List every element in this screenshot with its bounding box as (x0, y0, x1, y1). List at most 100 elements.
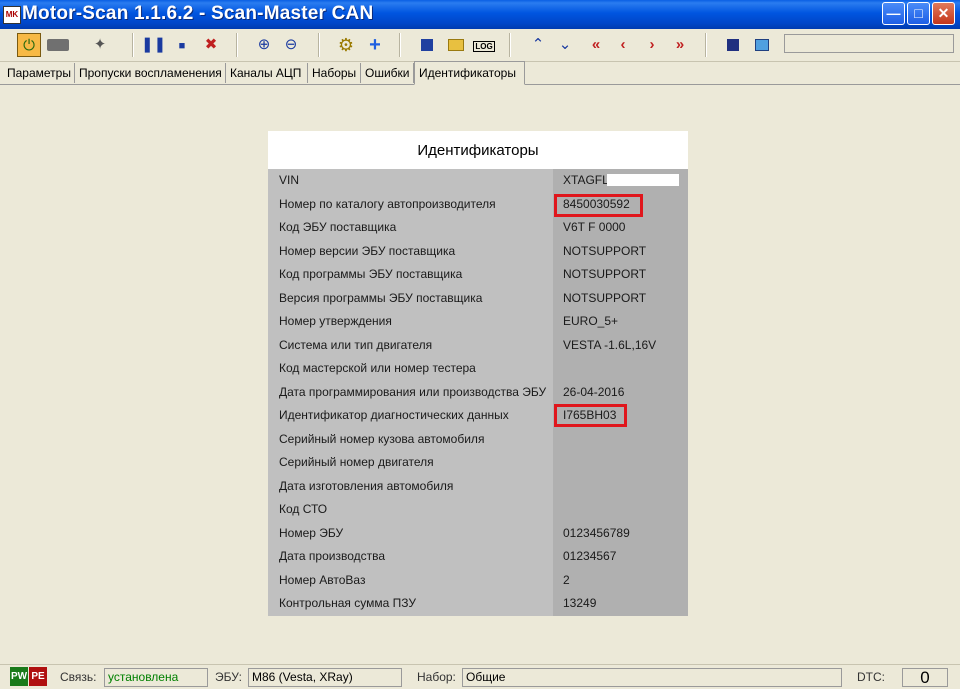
tab-sets[interactable]: Наборы (308, 63, 361, 83)
double-right-icon: » (675, 36, 685, 53)
zoom-out-button[interactable]: ⊖ (279, 33, 303, 57)
identifier-row: Код мастерской или номер тестера (268, 357, 688, 381)
settings-button[interactable]: ⚙ (334, 33, 358, 57)
identifier-row: Система или тип двигателя VESTA -1.6L,16V (268, 333, 688, 357)
identifier-value: 2 (553, 568, 688, 592)
identifier-value (553, 451, 688, 475)
identifier-value: NOTSUPPORT (553, 286, 688, 310)
arrow-down-icon: ⌄ (558, 36, 572, 53)
scroll-up-button[interactable]: ⌃ (526, 33, 550, 57)
identifier-value: 13249 (553, 592, 688, 616)
stop-button[interactable]: ■ (170, 33, 194, 57)
identifier-value: EURO_5+ (553, 310, 688, 334)
set-label: Набор: (417, 670, 456, 684)
next-button[interactable]: › (640, 33, 664, 57)
identifier-value: NOTSUPPORT (553, 239, 688, 263)
ecu-button[interactable] (45, 33, 71, 57)
first-button[interactable]: « (584, 33, 608, 57)
toolbar: ⏻ ✦ ❚❚ ■ ✖ ⊕ ⊖ ⚙ + LOG ⌃ ⌄ « ‹ › » (0, 29, 960, 62)
identifier-label: Номер по каталогу автопроизводителя (268, 192, 553, 216)
window-title: Motor-Scan 1.1.6.2 - Scan-Master CAN (22, 3, 374, 24)
minimize-button[interactable]: — (882, 2, 905, 25)
save-disk-icon (727, 39, 739, 52)
maximize-icon: □ (914, 5, 923, 21)
export-icon (755, 39, 769, 52)
add-button[interactable]: + (363, 33, 387, 57)
tab-misfires[interactable]: Пропуски воспламенения (75, 63, 226, 83)
stop-icon: ■ (178, 40, 186, 52)
identifier-value: NOTSUPPORT (553, 263, 688, 287)
toolbar-separator (132, 33, 134, 57)
identifier-label: Номер АвтоВаз (268, 568, 553, 592)
clear-icon: ✖ (204, 36, 218, 53)
log-icon: LOG (473, 41, 495, 52)
dtc-label: DTC: (857, 670, 885, 684)
save-data-button[interactable] (721, 33, 745, 57)
toolbar-separator (236, 33, 238, 57)
identifier-label: Код ЭБУ поставщика (268, 216, 553, 240)
tab-adc-channels[interactable]: Каналы АЦП (226, 63, 308, 83)
identifier-row: Серийный номер двигателя (268, 451, 688, 475)
identifier-value: 0123456789 (553, 521, 688, 545)
toolbar-text-field[interactable] (784, 34, 954, 53)
open-folder-icon (448, 39, 464, 52)
clear-button[interactable]: ✖ (199, 33, 223, 57)
minimize-icon: — (886, 5, 901, 21)
pause-icon: ❚❚ (141, 36, 167, 53)
scroll-down-button[interactable]: ⌄ (553, 33, 577, 57)
tab-identifiers[interactable]: Идентификаторы (414, 61, 525, 85)
error-indicator: PE (29, 667, 47, 686)
tab-errors[interactable]: Ошибки (361, 63, 414, 83)
identifier-row: Номер версии ЭБУ поставщика NOTSUPPORT (268, 239, 688, 263)
ecu-icon (47, 39, 69, 52)
identifier-row: Номер ЭБУ 0123456789 (268, 521, 688, 545)
toolbar-separator (399, 33, 401, 57)
identifier-row: Номер АвтоВаз 2 (268, 568, 688, 592)
tab-bar: Параметры Пропуски воспламенения Каналы … (0, 61, 960, 85)
identifier-label: Код СТО (268, 498, 553, 522)
open-button[interactable] (444, 33, 468, 57)
panel-title: Идентификаторы (268, 131, 688, 169)
identifier-value: 01234567 (553, 545, 688, 569)
close-button[interactable]: ✕ (932, 2, 955, 25)
settings-gear-icon: ⚙ (337, 35, 355, 55)
power-indicator: PW (10, 667, 28, 686)
tools-button[interactable]: ✦ (88, 33, 112, 57)
connect-button[interactable]: ⏻ (17, 33, 41, 57)
save-icon (421, 39, 433, 52)
identifier-row: Код ЭБУ поставщика V6T F 0000 (268, 216, 688, 240)
identifier-label: Дата программирования или производства Э… (268, 380, 553, 404)
pause-button[interactable]: ❚❚ (141, 33, 167, 57)
save-button[interactable] (415, 33, 439, 57)
zoom-in-button[interactable]: ⊕ (252, 33, 276, 57)
identifier-row: Серийный номер кузова автомобиля (268, 427, 688, 451)
ecu-value: M86 (Vesta, XRay) (248, 668, 402, 687)
link-label: Связь: (60, 670, 97, 684)
redaction-mark (607, 174, 679, 186)
identifier-label: Версия программы ЭБУ поставщика (268, 286, 553, 310)
identifier-value (553, 474, 688, 498)
zoom-in-icon: ⊕ (257, 36, 271, 53)
maximize-button[interactable]: □ (907, 2, 930, 25)
identifier-label: Система или тип двигателя (268, 333, 553, 357)
tab-parameters[interactable]: Параметры (3, 63, 75, 83)
identifier-label: Номер ЭБУ (268, 521, 553, 545)
identifier-row: Код программы ЭБУ поставщика NOTSUPPORT (268, 263, 688, 287)
left-icon: ‹ (620, 36, 626, 53)
title-bar[interactable]: MK Motor-Scan 1.1.6.2 - Scan-Master CAN … (0, 0, 960, 29)
last-button[interactable]: » (668, 33, 692, 57)
identifier-row: Дата изготовления автомобиля (268, 474, 688, 498)
highlight-box (554, 404, 627, 427)
identifier-value (553, 427, 688, 451)
identifier-label: Серийный номер двигателя (268, 451, 553, 475)
double-left-icon: « (591, 36, 601, 53)
identifier-value: 26-04-2016 (553, 380, 688, 404)
identifier-label: Номер утверждения (268, 310, 553, 334)
toolbar-separator (509, 33, 511, 57)
identifier-value: V6T F 0000 (553, 216, 688, 240)
identifier-label: Серийный номер кузова автомобиля (268, 427, 553, 451)
prev-button[interactable]: ‹ (611, 33, 635, 57)
identifier-row: Версия программы ЭБУ поставщика NOTSUPPOR… (268, 286, 688, 310)
log-button[interactable]: LOG (472, 33, 496, 57)
export-button[interactable] (750, 33, 774, 57)
